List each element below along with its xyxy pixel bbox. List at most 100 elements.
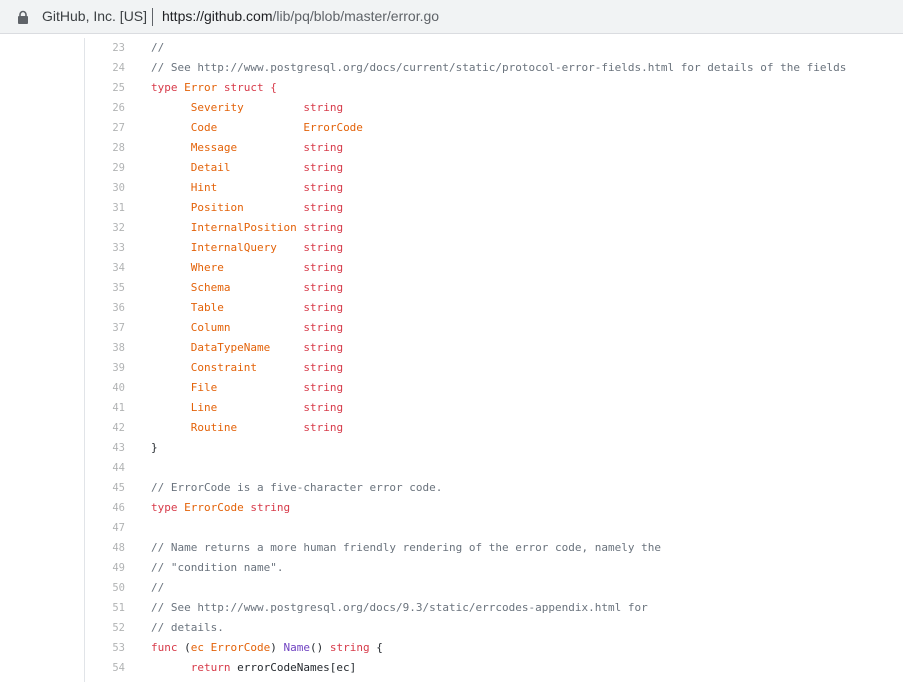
code-text: Table string [151, 298, 343, 318]
code-text: Where string [151, 258, 343, 278]
code-token: Column [151, 321, 304, 334]
line-number[interactable]: 31 [85, 198, 125, 218]
line-number[interactable]: 35 [85, 278, 125, 298]
code-line: 45 // ErrorCode is a five-character error… [85, 478, 903, 498]
code-line: 51 // See http://www.postgresql.org/docs/… [85, 598, 903, 618]
line-number[interactable]: 24 [85, 58, 125, 78]
line-number[interactable]: 46 [85, 498, 125, 518]
code-token: Name [283, 641, 310, 654]
code-line: 29 Detail string [85, 158, 903, 178]
line-number[interactable]: 28 [85, 138, 125, 158]
line-number[interactable]: 41 [85, 398, 125, 418]
line-number[interactable]: 27 [85, 118, 125, 138]
url-path: /lib/pq/blob/master/error.go [272, 8, 440, 24]
line-number[interactable]: 54 [85, 658, 125, 678]
code-line: 31 Position string [85, 198, 903, 218]
code-text: // [151, 578, 164, 598]
code-token: Position [151, 201, 304, 214]
code-line: 28 Message string [85, 138, 903, 158]
code-token: func [151, 641, 185, 654]
code-line: 44 [85, 458, 903, 478]
code-line: 33 InternalQuery string [85, 238, 903, 258]
site-identity[interactable]: GitHub, Inc. [US] [42, 8, 147, 24]
code-token: struct { [217, 81, 277, 94]
line-number[interactable]: 26 [85, 98, 125, 118]
code-token: // details. [151, 621, 224, 634]
code-line: 47 [85, 518, 903, 538]
code-line: 25 type Error struct { [85, 78, 903, 98]
code-token: ErrorCode [184, 501, 244, 514]
code-line: 54 return errorCodeNames[ec] [85, 658, 903, 678]
code-line: 50 // [85, 578, 903, 598]
line-number[interactable]: 23 [85, 38, 125, 58]
code-text: Line string [151, 398, 343, 418]
line-number[interactable]: 29 [85, 158, 125, 178]
code-token: Error [184, 81, 218, 94]
code-token: string [303, 241, 344, 254]
code-line: 39 Constraint string [85, 358, 903, 378]
line-number[interactable]: 30 [85, 178, 125, 198]
code-token: Schema [151, 281, 304, 294]
code-text: // See http://www.postgresql.org/docs/cu… [151, 58, 846, 78]
code-line: 52 // details. [85, 618, 903, 638]
code-token: type [151, 81, 185, 94]
code-line: 24 // See http://www.postgresql.org/docs/… [85, 58, 903, 78]
line-number[interactable]: 36 [85, 298, 125, 318]
code-line: 34 Where string [85, 258, 903, 278]
code-token: type [151, 501, 185, 514]
line-number[interactable]: 32 [85, 218, 125, 238]
code-line: 46 type ErrorCode string [85, 498, 903, 518]
code-text: // ErrorCode is a five-character error c… [151, 478, 442, 498]
address-bar[interactable]: GitHub, Inc. [US] https://github.com/lib… [0, 0, 903, 34]
line-number[interactable]: 49 [85, 558, 125, 578]
line-number[interactable]: 38 [85, 338, 125, 358]
code-text: Schema string [151, 278, 343, 298]
line-number[interactable]: 53 [85, 638, 125, 658]
code-text: // Name returns a more human friendly re… [151, 538, 661, 558]
line-number[interactable]: 33 [85, 238, 125, 258]
code-text: // "condition name". [151, 558, 283, 578]
line-number[interactable]: 50 [85, 578, 125, 598]
line-number[interactable]: 43 [85, 438, 125, 458]
code-text: InternalQuery string [151, 238, 343, 258]
code-text: return errorCodeNames[ec] [151, 658, 357, 678]
line-number[interactable]: 39 [85, 358, 125, 378]
code-text: Hint string [151, 178, 343, 198]
code-token: // ErrorCode is a five-character error c… [151, 481, 443, 494]
url-host: https://github.com [162, 8, 273, 24]
code-token: string [303, 261, 344, 274]
code-token: string [303, 341, 344, 354]
code-token: ErrorCode [303, 121, 363, 134]
code-token: ErrorCode [210, 641, 271, 654]
code-line: 23 // [85, 38, 903, 58]
code-token: File [151, 381, 304, 394]
code-token: } [151, 441, 158, 454]
line-number[interactable]: 45 [85, 478, 125, 498]
code-token: string [303, 361, 344, 374]
line-number[interactable]: 48 [85, 538, 125, 558]
code-token: ) [270, 641, 284, 654]
line-number[interactable]: 40 [85, 378, 125, 398]
line-number[interactable]: 37 [85, 318, 125, 338]
code-token: () [309, 641, 330, 654]
line-number[interactable]: 44 [85, 458, 125, 478]
code-text: Routine string [151, 418, 343, 438]
line-number[interactable]: 42 [85, 418, 125, 438]
code-token: string [303, 201, 344, 214]
code-token: string [329, 641, 370, 654]
line-number[interactable]: 51 [85, 598, 125, 618]
code-token: InternalQuery [151, 241, 304, 254]
code-token: return [151, 661, 238, 674]
code-text: DataTypeName string [151, 338, 343, 358]
code-token: string [303, 281, 344, 294]
line-number[interactable]: 52 [85, 618, 125, 638]
line-number[interactable]: 47 [85, 518, 125, 538]
code-line: 43} [85, 438, 903, 458]
code-token: InternalPosition [151, 221, 304, 234]
code-line: 42 Routine string [85, 418, 903, 438]
url-text[interactable]: https://github.com/lib/pq/blob/master/er… [162, 8, 439, 24]
code-token: string [303, 321, 344, 334]
code-token: Line [151, 401, 304, 414]
line-number[interactable]: 25 [85, 78, 125, 98]
line-number[interactable]: 34 [85, 258, 125, 278]
